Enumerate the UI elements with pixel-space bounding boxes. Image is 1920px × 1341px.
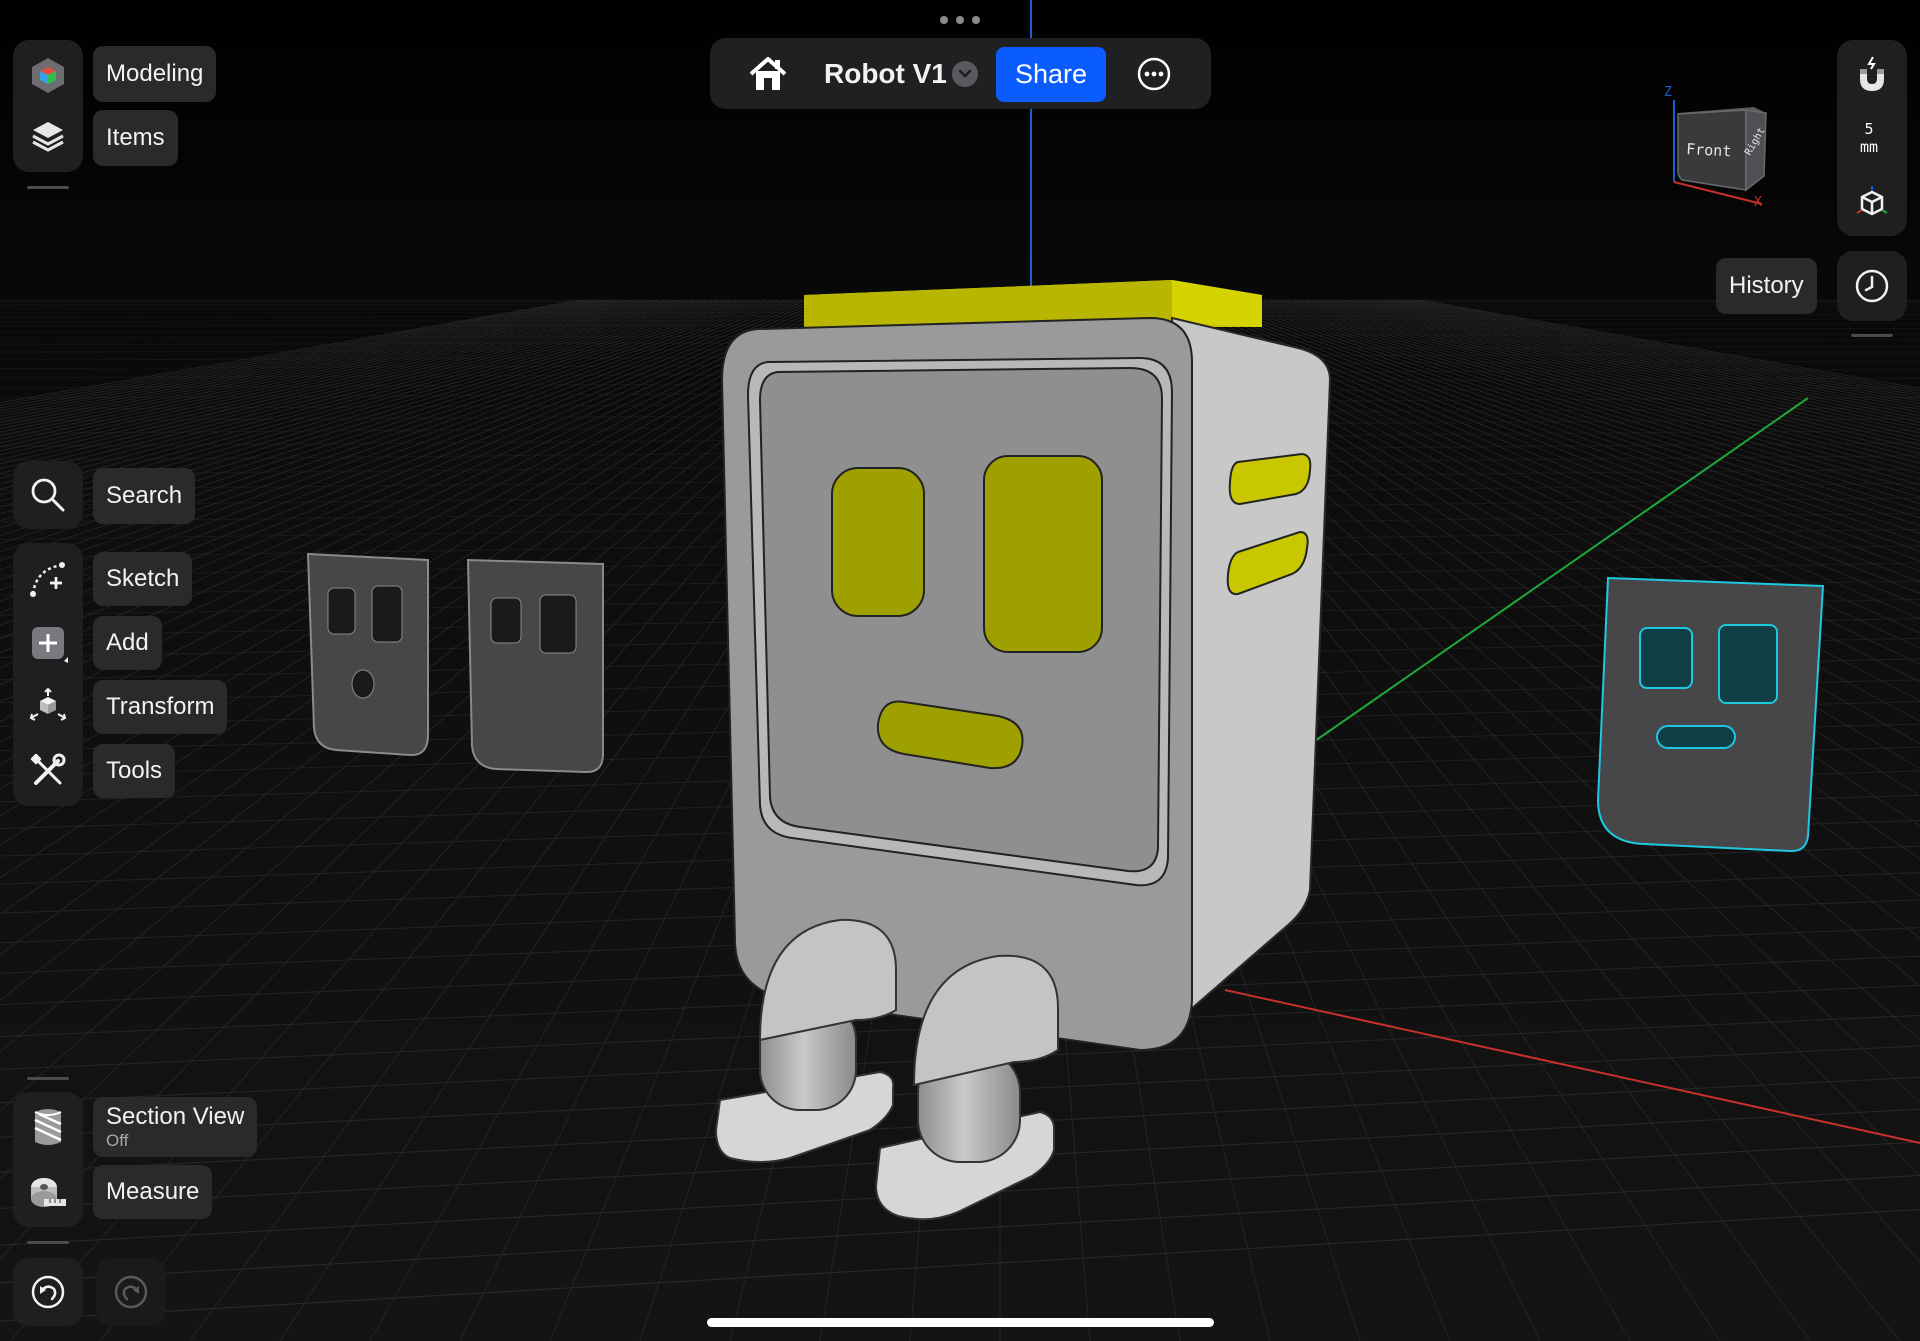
history-label[interactable]: History (1716, 258, 1817, 314)
view-settings-button[interactable] (1845, 176, 1899, 230)
section-view-button[interactable] (21, 1100, 75, 1154)
redo-button[interactable] (96, 1258, 166, 1326)
chevron-down-icon (958, 69, 972, 78)
document-title[interactable]: Robot V1 (824, 38, 947, 109)
add-button[interactable] (21, 616, 75, 670)
home-button[interactable] (744, 50, 792, 98)
home-icon (749, 57, 787, 90)
search-button[interactable] (21, 468, 75, 522)
right-divider (1851, 334, 1893, 337)
snap-toggle-button[interactable] (1845, 48, 1899, 102)
sketch-label[interactable]: Sketch (93, 552, 193, 606)
section-view-title: Section View (106, 1103, 245, 1130)
items-button[interactable] (21, 110, 75, 164)
transform-icon (29, 687, 67, 721)
measure-label[interactable]: Measure (93, 1165, 213, 1219)
more-options-button[interactable] (1134, 54, 1174, 94)
grid-scale-button[interactable]: 5 mm (1838, 120, 1900, 156)
share-button[interactable]: Share (996, 47, 1106, 102)
face-plate-middle[interactable] (466, 558, 604, 774)
transform-label[interactable]: Transform (93, 680, 228, 734)
ellipsis-circle-icon (1137, 57, 1171, 91)
section-view-label[interactable]: Section View Off (93, 1097, 258, 1157)
add-label[interactable]: Add (93, 616, 162, 670)
view-cube-gizmo[interactable]: Z X Front Right (1654, 80, 1780, 212)
measure-button[interactable] (21, 1164, 75, 1218)
transform-button[interactable] (21, 680, 75, 734)
view-cube-x-label: X (1754, 195, 1762, 210)
sketch-icon (30, 562, 65, 597)
clock-icon (1855, 269, 1889, 303)
robot-right-eye (983, 455, 1103, 653)
left-divider-bottom (27, 1077, 69, 1080)
document-title-bar: Robot V1 Share (710, 38, 1211, 109)
3d-viewport[interactable] (0, 0, 1920, 1341)
sketch-button[interactable] (21, 552, 75, 606)
tools-button[interactable] (21, 744, 75, 798)
robot-left-eye (831, 467, 925, 617)
title-dropdown-button[interactable] (952, 61, 978, 87)
view-cube-front-label: Front (1686, 140, 1732, 160)
add-icon (32, 627, 68, 663)
modeling-label[interactable]: Modeling (93, 46, 217, 102)
redo-icon (114, 1275, 148, 1309)
home-indicator[interactable] (707, 1318, 1214, 1327)
section-view-icon (34, 1109, 62, 1145)
search-icon (31, 478, 65, 512)
magnet-icon (1860, 56, 1884, 91)
window-more-dots[interactable] (940, 14, 980, 26)
items-label[interactable]: Items (93, 110, 178, 166)
modeling-button[interactable] (21, 48, 75, 102)
wrench-screwdriver-icon (30, 753, 66, 785)
left-divider-top (27, 186, 69, 189)
layers-icon (32, 122, 64, 152)
left-divider-undo (27, 1241, 69, 1244)
tools-label[interactable]: Tools (93, 744, 176, 798)
face-plate-left[interactable] (306, 552, 429, 757)
section-view-status: Off (106, 1131, 129, 1150)
tape-measure-icon (31, 1178, 66, 1207)
modeling-cube-icon (32, 58, 64, 93)
undo-icon (31, 1275, 65, 1309)
history-button[interactable] (1837, 251, 1907, 321)
view-cube-z-label: Z (1664, 85, 1672, 100)
face-plate-selected[interactable] (1596, 576, 1825, 853)
undo-button[interactable] (13, 1258, 83, 1326)
view-cube-icon (1856, 186, 1888, 216)
grid-scale-value: 5 (1864, 120, 1874, 138)
grid-scale-unit: mm (1859, 138, 1879, 156)
search-label[interactable]: Search (93, 468, 196, 524)
